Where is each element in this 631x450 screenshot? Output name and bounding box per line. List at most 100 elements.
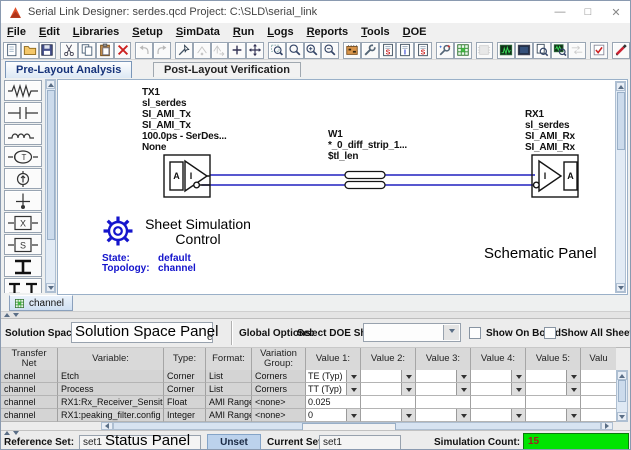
- column-header[interactable]: Value 5:: [526, 348, 581, 371]
- value-dropdown-icon[interactable]: [456, 409, 470, 421]
- assign-nets-button[interactable]: [192, 41, 211, 59]
- place-cross-button[interactable]: [228, 41, 247, 59]
- column-header[interactable]: Variation Group:: [252, 348, 306, 371]
- save-button[interactable]: [38, 41, 57, 59]
- palette-scrollbar-thumb[interactable]: [47, 90, 55, 240]
- table-scrollbar-thumb[interactable]: [618, 380, 626, 402]
- menu-item[interactable]: Setup: [132, 26, 163, 38]
- view-report-button[interactable]: [532, 41, 551, 59]
- column-header[interactable]: Value 2:: [361, 348, 416, 371]
- column-header[interactable]: Value 3:: [416, 348, 471, 371]
- scroll-up-icon[interactable]: [616, 82, 625, 91]
- cell-value[interactable]: [361, 396, 416, 409]
- compare-button[interactable]: [568, 41, 587, 59]
- cell-value[interactable]: [416, 396, 471, 409]
- menu-item[interactable]: DOE: [403, 26, 427, 38]
- column-header[interactable]: Variable:: [58, 348, 164, 371]
- column-header[interactable]: Value 1:: [306, 348, 361, 371]
- value-dropdown-icon[interactable]: [346, 370, 360, 382]
- cell-value[interactable]: TT (Typ): [306, 383, 361, 396]
- sheet-doc-s-button[interactable]: [378, 41, 397, 59]
- show-on-board-checkbox[interactable]: [469, 327, 481, 339]
- display-button[interactable]: [515, 41, 533, 59]
- table-horizontal-scrollbar[interactable]: [1, 422, 628, 431]
- column-header[interactable]: Format:: [206, 348, 252, 371]
- open-file-button[interactable]: [20, 41, 39, 59]
- palette-scrollbar[interactable]: [45, 79, 56, 293]
- tab-post-layout-verification[interactable]: Post-Layout Verification: [153, 62, 301, 77]
- column-header[interactable]: Transfer Net: [1, 348, 58, 371]
- zoom-out-button[interactable]: [321, 41, 340, 59]
- minimize-button[interactable]: —: [546, 2, 574, 23]
- schematic-canvas[interactable]: A I I A TX1 sl_serdes SI_AMI_Tx SI_AMI_T…: [57, 79, 628, 295]
- doe-sheet-combo[interactable]: [363, 323, 461, 342]
- cell-value[interactable]: 0.025: [306, 396, 361, 409]
- zoom-sheet-button[interactable]: [285, 41, 304, 59]
- palette-inductor-button[interactable]: [4, 124, 42, 145]
- sheet-doc-s2-button[interactable]: [414, 41, 432, 59]
- value-dropdown-icon[interactable]: [511, 409, 525, 421]
- value-dropdown-icon[interactable]: [511, 383, 525, 395]
- cell-value[interactable]: [361, 383, 416, 396]
- menu-item[interactable]: Tools: [361, 26, 390, 38]
- cell-value[interactable]: [526, 383, 581, 396]
- canvas-scrollbar-thumb[interactable]: [617, 92, 625, 150]
- column-header[interactable]: Type:: [164, 348, 206, 371]
- tab-pre-layout-analysis[interactable]: Pre-Layout Analysis: [5, 61, 133, 78]
- scroll-up-icon[interactable]: [46, 80, 55, 89]
- menu-item[interactable]: Reports: [307, 26, 349, 38]
- scroll-left-icon[interactable]: [101, 422, 113, 430]
- redo-button[interactable]: [153, 41, 172, 59]
- cell-value[interactable]: [361, 409, 416, 422]
- cell-value[interactable]: [581, 383, 616, 396]
- palette-transmission-line-button[interactable]: T: [4, 146, 42, 167]
- scroll-down-icon[interactable]: [46, 283, 55, 292]
- close-button[interactable]: ✕: [602, 2, 630, 23]
- copy-button[interactable]: [78, 41, 96, 59]
- value-dropdown-icon[interactable]: [456, 383, 470, 395]
- sheet-tab-channel[interactable]: channel: [9, 295, 74, 311]
- cell-value[interactable]: [416, 409, 471, 422]
- canvas-scrollbar[interactable]: [615, 81, 626, 293]
- zoom-in-button[interactable]: [303, 41, 322, 59]
- rx-symbol[interactable]: I A: [531, 154, 579, 198]
- menu-item[interactable]: SimData: [176, 26, 220, 38]
- palette-resistor-button[interactable]: [4, 80, 42, 101]
- move-button[interactable]: [246, 41, 264, 59]
- cell-value[interactable]: [581, 396, 616, 409]
- palette-dual-via-button[interactable]: [4, 278, 42, 293]
- unset-button[interactable]: Unset: [207, 434, 261, 449]
- scroll-down-icon[interactable]: [616, 283, 625, 292]
- palette-source-button[interactable]: [4, 168, 42, 189]
- maximize-button[interactable]: □: [574, 2, 602, 23]
- cell-value[interactable]: 0: [306, 409, 361, 422]
- value-dropdown-icon[interactable]: [511, 370, 525, 382]
- probe-button[interactable]: [175, 41, 193, 59]
- column-header[interactable]: Value 4:: [471, 348, 526, 371]
- value-dropdown-icon[interactable]: [566, 370, 580, 382]
- new-file-button[interactable]: [3, 41, 21, 59]
- scroll-up-icon[interactable]: [617, 371, 627, 380]
- cell-value[interactable]: [471, 409, 526, 422]
- cell-value[interactable]: [526, 370, 581, 383]
- palette-via-button[interactable]: [4, 256, 42, 277]
- tools-wrench-button[interactable]: [360, 41, 379, 59]
- cell-value[interactable]: [361, 370, 416, 383]
- show-all-sheets-checkbox[interactable]: [544, 327, 556, 339]
- menu-item[interactable]: Libraries: [73, 26, 119, 38]
- palette-capacitor-button[interactable]: [4, 102, 42, 123]
- palette-x-element-button[interactable]: X: [4, 212, 42, 233]
- splitter-collapse-icons[interactable]: [4, 313, 19, 317]
- value-dropdown-icon[interactable]: [401, 409, 415, 421]
- cell-value[interactable]: [526, 409, 581, 422]
- layout-button[interactable]: [475, 41, 494, 59]
- simulate-wizard-button[interactable]: [435, 41, 454, 59]
- delete-button[interactable]: [113, 41, 132, 59]
- zoom-region-button[interactable]: [267, 41, 286, 59]
- value-dropdown-icon[interactable]: [401, 370, 415, 382]
- value-dropdown-icon[interactable]: [346, 409, 360, 421]
- menu-item[interactable]: Run: [233, 26, 254, 38]
- view-results-button[interactable]: [550, 41, 569, 59]
- value-dropdown-icon[interactable]: [566, 409, 580, 421]
- value-dropdown-icon[interactable]: [346, 383, 360, 395]
